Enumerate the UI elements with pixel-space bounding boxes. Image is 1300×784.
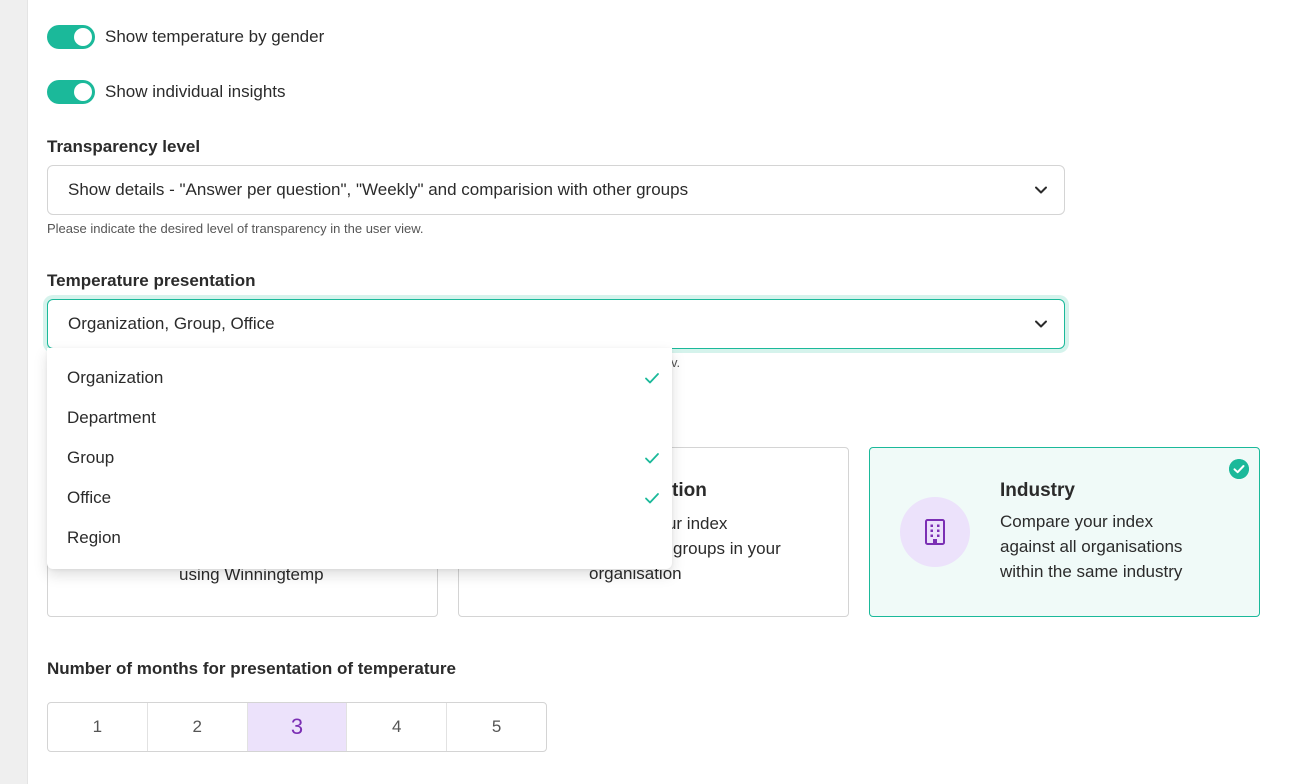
card-industry-line1: Compare your index (1000, 512, 1154, 531)
dropdown-option-group[interactable]: Group (47, 438, 672, 478)
toggle-row-gender: Show temperature by gender (47, 24, 324, 50)
card-title: tion (672, 480, 707, 501)
option-label: Group (67, 448, 115, 467)
card-industry-text: Industry Compare your index against all … (1000, 478, 1182, 584)
card-industry[interactable]: Industry Compare your index against all … (869, 447, 1260, 617)
gender-toggle[interactable] (47, 25, 95, 49)
temperature-dropdown-menu: Organization Department Group Office Reg… (47, 348, 672, 569)
left-rail (0, 0, 28, 784)
temperature-label: Temperature presentation (47, 271, 256, 290)
chevron-down-icon (1035, 186, 1047, 194)
dropdown-option-region[interactable]: Region (47, 518, 672, 558)
dropdown-option-office[interactable]: Office (47, 478, 672, 518)
card-industry-line3: within the same industry (1000, 562, 1183, 581)
months-segmented-control: 1 2 3 4 5 (47, 702, 547, 752)
toggle-knob (74, 83, 92, 101)
dropdown-option-organization[interactable]: Organization (47, 358, 672, 398)
checkmark-icon (645, 493, 659, 504)
checkmark-icon (645, 453, 659, 464)
temperature-value: Organization, Group, Office (68, 314, 275, 333)
temperature-select[interactable]: Organization, Group, Office (47, 299, 1065, 349)
industry-icon-circle (900, 497, 970, 567)
checkmark-icon (645, 373, 659, 384)
gender-toggle-label: Show temperature by gender (105, 27, 325, 46)
option-label: Region (67, 528, 121, 547)
card-organisation-groups-title: tion (672, 478, 707, 509)
transparency-helper: Please indicate the desired level of tra… (47, 221, 424, 236)
month-option-3[interactable]: 3 (247, 703, 348, 751)
option-label: Department (67, 408, 156, 427)
option-label: Office (67, 488, 112, 507)
toggle-knob (74, 28, 92, 46)
card-organisation-groups-line2: groups in your (673, 539, 781, 558)
month-option-5[interactable]: 5 (447, 703, 546, 751)
month-option-4[interactable]: 4 (347, 703, 448, 751)
month-option-1[interactable]: 1 (48, 703, 148, 751)
check-circle-icon (1229, 459, 1249, 479)
option-label: Organization (67, 368, 164, 387)
dropdown-option-department[interactable]: Department (47, 398, 672, 438)
toggle-row-insights: Show individual insights (47, 79, 286, 105)
insights-toggle[interactable] (47, 80, 95, 104)
months-label: Number of months for presentation of tem… (47, 659, 456, 678)
chevron-down-icon (1035, 320, 1047, 328)
card-industry-title: Industry (1000, 480, 1075, 501)
month-option-2[interactable]: 2 (148, 703, 248, 751)
transparency-value: Show details - "Answer per question", "W… (68, 180, 689, 199)
transparency-label: Transparency level (47, 137, 201, 156)
building-icon (925, 519, 945, 545)
temperature-helper-fragment: v. (671, 355, 681, 370)
transparency-select[interactable]: Show details - "Answer per question", "W… (47, 165, 1065, 215)
insights-toggle-label: Show individual insights (105, 82, 286, 101)
card-industry-line2: against all organisations (1000, 537, 1183, 556)
